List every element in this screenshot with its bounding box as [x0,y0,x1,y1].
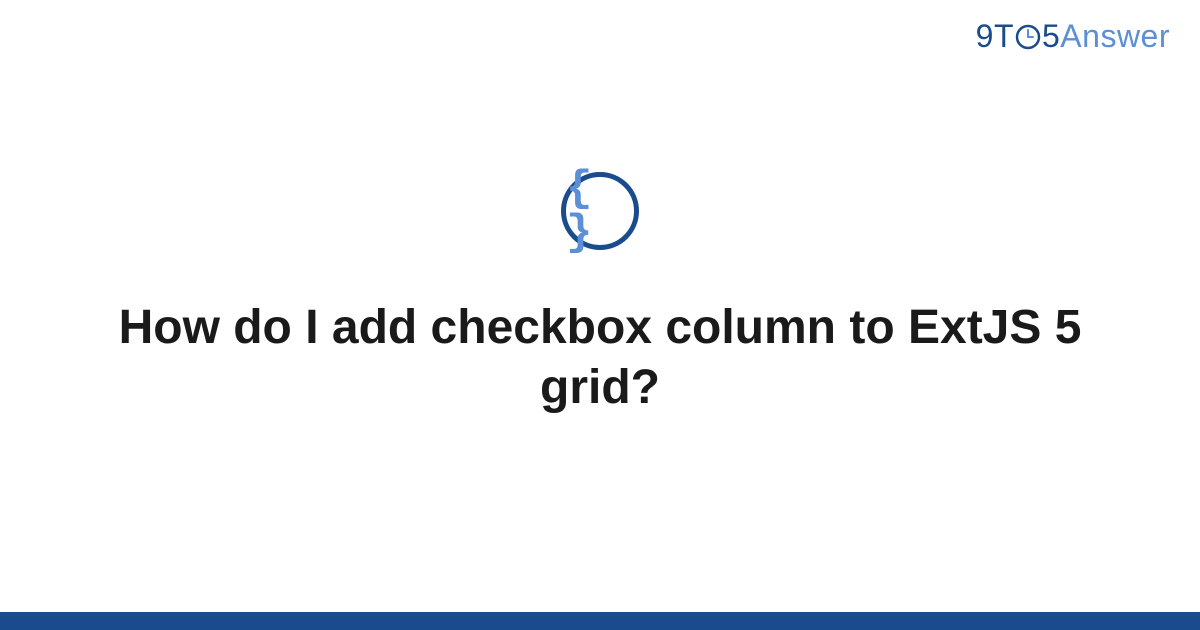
question-title: How do I add checkbox column to ExtJS 5 … [100,298,1100,418]
footer-accent-bar [0,612,1200,630]
category-code-icon: { } [561,172,639,250]
main-content: { } How do I add checkbox column to ExtJ… [0,0,1200,630]
braces-icon: { } [566,167,634,255]
